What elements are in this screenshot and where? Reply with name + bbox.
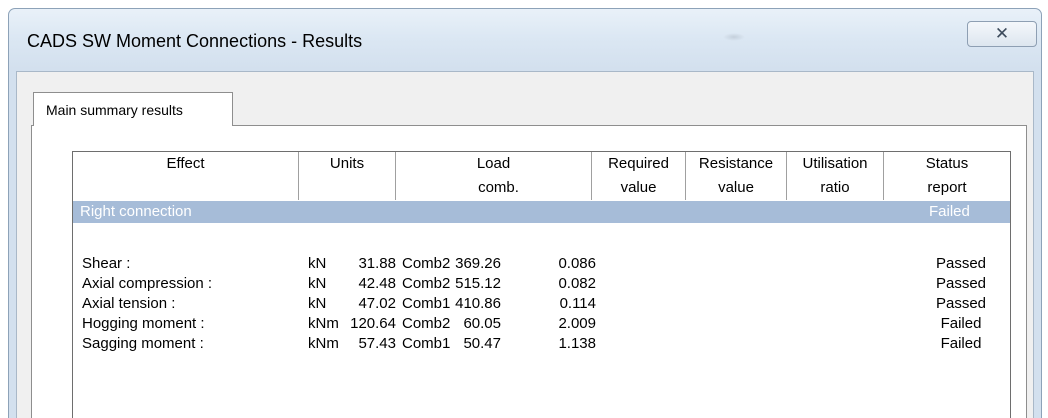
cell-resistance-value: 369.26 — [455, 255, 501, 272]
table-row[interactable]: Axial compression : kN Comb2 42.48 515.1… — [73, 275, 1010, 295]
cell-required-value: 31.88 — [358, 255, 396, 272]
column-header-status-report[interactable]: Status report — [884, 152, 1010, 200]
cell-utilisation-ratio: 0.082 — [558, 275, 596, 292]
header-line: Effect — [166, 155, 205, 172]
close-button[interactable]: ✕ — [967, 21, 1037, 47]
cell-units: kN — [308, 275, 327, 292]
cell-effect: Hogging moment : — [82, 315, 205, 332]
cell-load-comb: Comb2 — [402, 315, 451, 332]
cell-status-report: Passed — [935, 255, 987, 272]
result-rows: Shear : kN Comb2 31.88 369.26 0.086 Pass… — [73, 255, 1010, 355]
cell-required-value: 42.48 — [358, 275, 396, 292]
window-title: CADS SW Moment Connections - Results — [27, 31, 363, 51]
results-window: CADS SW Moment Connections - Results ✕ M… — [8, 8, 1042, 418]
tab-main-summary-results[interactable]: Main summary results — [33, 92, 233, 126]
cell-effect: Shear : — [82, 255, 131, 272]
header-line: Status — [925, 155, 969, 172]
title-bar-glare — [723, 33, 745, 41]
table-row[interactable]: Hogging moment : kNm Comb2 120.64 60.05 … — [73, 315, 1010, 335]
header-line: value — [718, 179, 754, 196]
group-row-right-connection[interactable]: Right connection Failed — [73, 201, 1010, 223]
tab-panel: Effect Units Load comb. Required value R… — [31, 125, 1027, 418]
column-header-resistance-value[interactable]: Resistance value — [686, 152, 787, 200]
cell-status-report: Passed — [935, 295, 987, 312]
cell-required-value: 47.02 — [358, 295, 396, 312]
header-line: comb. — [478, 179, 519, 196]
header-line: Resistance — [698, 155, 774, 172]
header-line: Load — [476, 155, 511, 172]
cell-resistance-value: 60.05 — [463, 315, 501, 332]
table-row[interactable]: Sagging moment : kNm Comb1 57.43 50.47 1… — [73, 335, 1010, 355]
cell-load-comb: Comb2 — [402, 275, 451, 292]
header-line: Required — [608, 155, 669, 172]
cell-load-comb: Comb1 — [402, 295, 451, 312]
header-line — [73, 176, 298, 200]
column-header-units[interactable]: Units — [299, 152, 396, 200]
header-line — [299, 176, 395, 200]
cell-effect: Sagging moment : — [82, 335, 204, 352]
column-header-effect[interactable]: Effect — [73, 152, 299, 200]
cell-effect: Axial tension : — [82, 295, 176, 312]
cell-required-value: 57.43 — [358, 335, 396, 352]
header-line: value — [620, 179, 657, 196]
cell-units: kN — [308, 255, 327, 272]
close-icon: ✕ — [994, 24, 1010, 44]
group-status: Failed — [929, 203, 970, 220]
header-line: report — [927, 179, 967, 196]
cell-status-report: Failed — [940, 335, 982, 352]
cell-resistance-value: 50.47 — [463, 335, 501, 352]
cell-utilisation-ratio: 1.138 — [558, 335, 596, 352]
column-header-utilisation-ratio[interactable]: Utilisation ratio — [787, 152, 884, 200]
cell-effect: Axial compression : — [82, 275, 213, 292]
cell-status-report: Passed — [935, 275, 987, 292]
cell-utilisation-ratio: 0.086 — [558, 255, 596, 272]
cell-units: kNm — [308, 335, 339, 352]
tab-label: Main summary results — [46, 102, 183, 118]
group-name: Right connection — [80, 203, 192, 220]
cell-resistance-value: 410.86 — [455, 295, 501, 312]
results-list[interactable]: Effect Units Load comb. Required value R… — [72, 151, 1011, 418]
table-row[interactable]: Axial tension : kN Comb1 47.02 410.86 0.… — [73, 295, 1010, 315]
cell-utilisation-ratio: 2.009 — [558, 315, 596, 332]
column-header-required-value[interactable]: Required value — [592, 152, 686, 200]
cell-resistance-value: 515.12 — [455, 275, 501, 292]
title-bar[interactable]: CADS SW Moment Connections - Results ✕ — [9, 9, 1041, 67]
column-header-load-comb[interactable]: Load comb. — [396, 152, 592, 200]
cell-units: kNm — [308, 315, 339, 332]
cell-required-value: 120.64 — [350, 315, 396, 332]
header-line: Units — [329, 155, 365, 172]
cell-utilisation-ratio: 0.114 — [559, 295, 596, 312]
header-line: ratio — [820, 179, 850, 196]
cell-units: kN — [308, 295, 327, 312]
window-client-area: Main summary results Effect Units Load c… — [16, 71, 1034, 418]
cell-status-report: Failed — [940, 315, 982, 332]
cell-load-comb: Comb1 — [402, 335, 451, 352]
table-row[interactable]: Shear : kN Comb2 31.88 369.26 0.086 Pass… — [73, 255, 1010, 275]
cell-load-comb: Comb2 — [402, 255, 451, 272]
header-line: Utilisation — [802, 155, 868, 172]
